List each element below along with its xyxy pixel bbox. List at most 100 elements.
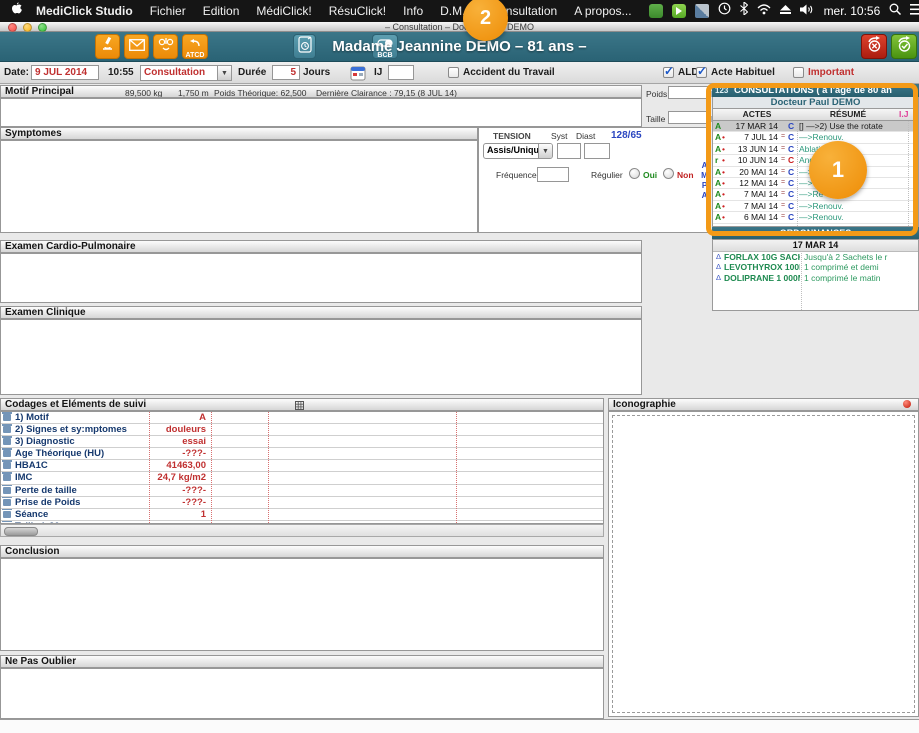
non-label: Non [677, 170, 694, 180]
motif-principal-textarea[interactable] [0, 98, 642, 127]
duree-input[interactable]: 5 [272, 65, 300, 80]
prescription-row[interactable]: ΔFORLAX 10G SACHETJusqu'à 2 Sachets le r [713, 252, 918, 262]
acte-habituel-label: Acte Habituel [711, 67, 775, 78]
codages-row[interactable]: IMC24,7 kg/m2 [1, 472, 603, 484]
codage-value[interactable]: douleurs [149, 424, 206, 435]
codages-row[interactable]: Prise de Poids-???- [1, 497, 603, 509]
codage-label: 3) Diagnostic [15, 436, 75, 447]
menu-item[interactable]: Edition [203, 4, 240, 18]
conclusion-header: Conclusion [0, 545, 604, 558]
trash-icon[interactable] [3, 462, 11, 469]
trash-icon[interactable] [3, 438, 11, 445]
menu-item[interactable]: A propos... [574, 4, 631, 18]
codages-row[interactable]: 1) MotifA [1, 412, 603, 424]
menu-item[interactable]: RésuClick! [329, 4, 386, 18]
codages-col-separator [211, 412, 212, 523]
date-input[interactable]: 9 JUL 2014 [31, 65, 99, 80]
menu-item[interactable]: MediClick Studio [36, 4, 133, 18]
codage-value[interactable]: A [149, 412, 206, 423]
trash-icon[interactable] [3, 450, 11, 457]
prescription-row[interactable]: ΔDOLIPRANE 1 000MG1 comprimé le matin [713, 273, 918, 283]
chevron-down-icon[interactable]: ▼ [217, 66, 231, 80]
diast-input[interactable] [584, 143, 610, 159]
codage-value[interactable]: -???- [149, 485, 206, 496]
codage-label: Age Théorique (HU) [15, 448, 104, 459]
visit-type-dropdown[interactable]: Consultation ▼ [140, 65, 232, 81]
menubar-clock[interactable]: mer. 10:56 [824, 4, 881, 18]
codage-value[interactable]: -???- [149, 497, 206, 508]
eject-icon[interactable] [780, 2, 791, 20]
trash-icon[interactable] [3, 474, 11, 481]
taille-input[interactable] [668, 111, 708, 124]
ij-input[interactable] [388, 65, 414, 80]
time-machine-icon[interactable] [718, 2, 731, 20]
important-checkbox[interactable] [793, 67, 804, 78]
regulier-oui-radio[interactable] [629, 168, 640, 179]
table-grid-icon[interactable] [295, 401, 304, 411]
drug-dosage: Jusqu'à 2 Sachets le r [804, 252, 916, 262]
iconographie-panel[interactable] [608, 411, 919, 717]
menu-item[interactable]: Info [403, 4, 423, 18]
tension-position-dropdown[interactable]: Assis/Unique ▼ [483, 143, 553, 159]
trash-icon[interactable] [3, 414, 11, 421]
examen-clinique-title: Examen Clinique [5, 307, 86, 318]
codages-row[interactable]: Age Théorique (HU) -???- [1, 448, 603, 460]
poids-input[interactable] [668, 86, 708, 99]
symptomes-textarea[interactable] [0, 140, 478, 233]
codages-row[interactable]: 3) Diagnostic essai [1, 436, 603, 448]
spotlight-search-icon[interactable] [889, 2, 901, 20]
codages-row[interactable]: Séance1 [1, 509, 603, 521]
ald-checkbox[interactable] [663, 67, 674, 78]
codage-value[interactable]: 41463,00 [149, 460, 206, 471]
tension-chevron-down-icon[interactable]: ▼ [538, 144, 552, 158]
bottom-scrollbar[interactable] [0, 719, 919, 733]
codage-label: 2) Signes et sy:mptomes [15, 424, 127, 435]
record-dot-icon[interactable] [903, 400, 911, 408]
codage-value[interactable]: 1 [149, 509, 206, 520]
grid-app-icon[interactable] [695, 4, 709, 18]
accident-travail-checkbox[interactable] [448, 67, 459, 78]
bluetooth-icon[interactable] [740, 2, 748, 20]
trash-icon[interactable] [3, 511, 11, 518]
scrollbar-thumb[interactable] [4, 527, 38, 536]
codage-value[interactable]: -???- [149, 448, 206, 459]
syst-input[interactable] [557, 143, 581, 159]
drug-name: DOLIPRANE 1 000MG [724, 273, 800, 283]
examen-clinique-textarea[interactable] [0, 319, 642, 395]
validate-consultation-button[interactable] [891, 34, 917, 59]
prescription-rows: ΔFORLAX 10G SACHETJusqu'à 2 Sachets le r… [713, 252, 918, 283]
trash-icon[interactable] [3, 499, 11, 506]
play-app-icon[interactable] [672, 4, 686, 18]
codages-row[interactable]: Perte de taille-???- [1, 485, 603, 497]
prescription-row[interactable]: ΔLEVOTHYROX 100MCG1 comprimé et demi [713, 262, 918, 272]
ne-pas-oublier-textarea[interactable] [0, 668, 604, 719]
date-label: Date: [4, 67, 29, 78]
cancel-consultation-button[interactable] [861, 34, 887, 59]
codages-row[interactable]: HBA1C41463,00 [1, 460, 603, 472]
codages-horizontal-scrollbar[interactable] [0, 524, 604, 537]
examen-cardio-header: Examen Cardio-Pulmonaire [0, 240, 642, 253]
iconographie-header: Iconographie [608, 398, 919, 411]
wifi-icon[interactable] [757, 2, 771, 20]
trash-icon[interactable] [3, 487, 11, 494]
calendar-icon[interactable] [350, 65, 366, 86]
codages-row[interactable]: 2) Signes et sy:mptomes douleurs [1, 424, 603, 436]
iconographie-title: Iconographie [613, 399, 676, 410]
apple-icon[interactable] [10, 2, 22, 21]
menu-item[interactable]: MédiClick! [256, 4, 311, 18]
frequence-input[interactable] [537, 167, 569, 182]
notification-list-icon[interactable] [910, 2, 919, 20]
regulier-label: Régulier [591, 170, 623, 180]
dmp-app-icon[interactable] [649, 4, 663, 18]
examen-cardio-textarea[interactable] [0, 253, 642, 303]
trash-icon[interactable] [3, 426, 11, 433]
acte-habituel-checkbox[interactable] [696, 67, 707, 78]
prescriptions-panel: 17 MAR 14 ΔFORLAX 10G SACHETJusqu'à 2 Sa… [712, 239, 919, 311]
regulier-non-radio[interactable] [663, 168, 674, 179]
volume-icon[interactable] [800, 2, 815, 20]
conclusion-textarea[interactable] [0, 558, 604, 651]
menu-item[interactable]: Fichier [150, 4, 186, 18]
codage-value[interactable]: essai [149, 436, 206, 447]
codage-value[interactable]: 24,7 kg/m2 [149, 472, 206, 483]
codages-col-separator [456, 412, 457, 523]
